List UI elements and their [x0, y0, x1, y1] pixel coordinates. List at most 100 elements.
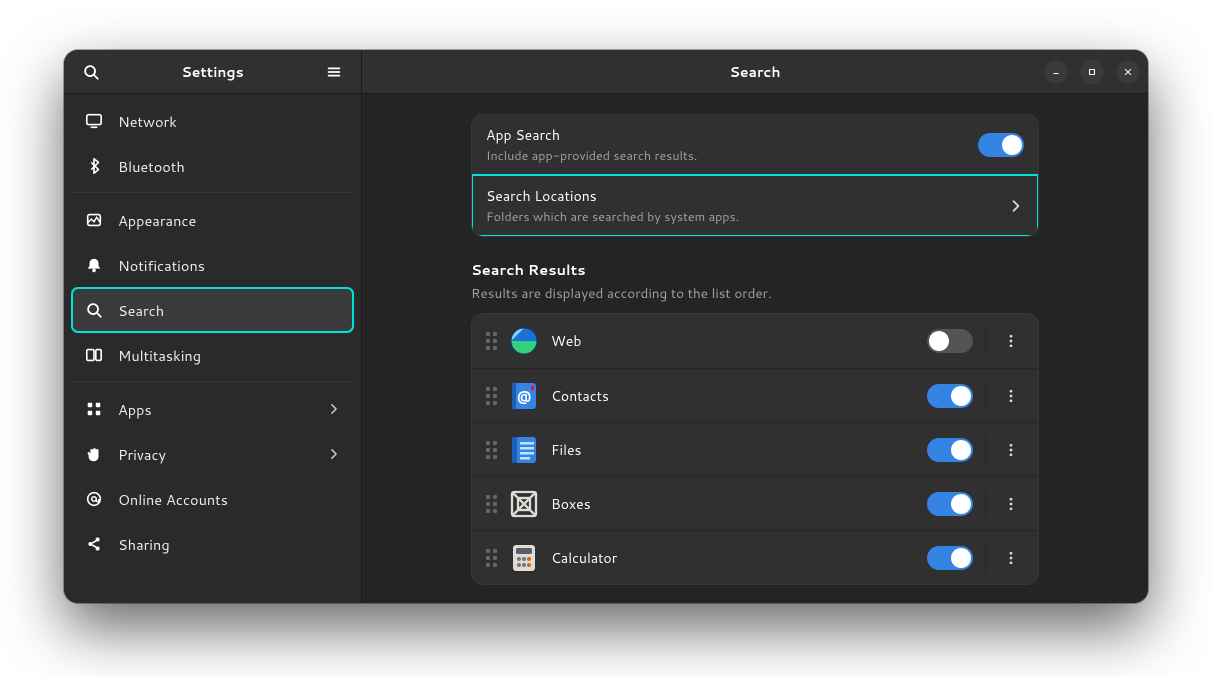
sidebar-item-label: Apps	[118, 399, 313, 420]
calculator-app-icon	[509, 543, 539, 573]
page-title: Search	[729, 62, 780, 82]
contacts-toggle[interactable]	[927, 384, 973, 408]
sidebar-item-label: Appearance	[118, 210, 341, 231]
sidebar-item-label: Notifications	[118, 255, 341, 276]
app-label: Calculator	[551, 548, 915, 568]
sidebar-item-label: Online Accounts	[118, 489, 341, 510]
calculator-more-button[interactable]	[998, 550, 1024, 566]
search-icon	[84, 301, 104, 319]
sidebar-items: Network Bluetooth Appearance Notificatio…	[64, 94, 361, 567]
web-toggle[interactable]	[927, 329, 973, 353]
sidebar: Settings Network Bluetooth Appearance No…	[64, 50, 362, 603]
window-controls	[1044, 50, 1140, 93]
search-locations-row[interactable]: Search Locations Folders which are searc…	[472, 175, 1038, 236]
share-icon	[84, 535, 104, 553]
app-search-toggle[interactable]	[978, 133, 1024, 157]
sidebar-item-sharing[interactable]: Sharing	[72, 522, 353, 566]
sidebar-item-network[interactable]: Network	[72, 99, 353, 143]
files-more-button[interactable]	[998, 442, 1024, 458]
app-label: Files	[551, 440, 915, 460]
search-icon	[82, 63, 100, 81]
web-app-icon	[509, 326, 539, 356]
contacts-app-icon	[509, 381, 539, 411]
sidebar-item-privacy[interactable]: Privacy	[72, 432, 353, 476]
calculator-toggle[interactable]	[927, 546, 973, 570]
search-results-subtitle: Results are displayed according to the l…	[471, 284, 1039, 303]
web-more-button[interactable]	[998, 333, 1024, 349]
close-icon	[1123, 67, 1133, 77]
search-result-row-boxes: Boxes	[472, 476, 1038, 530]
main-pane: Search App Search	[362, 50, 1148, 603]
sidebar-item-apps[interactable]: Apps	[72, 387, 353, 431]
appearance-icon	[84, 211, 104, 229]
kebab-icon	[1003, 333, 1019, 349]
drag-handle[interactable]	[486, 387, 497, 405]
sidebar-item-multitasking[interactable]: Multitasking	[72, 333, 353, 377]
multi-icon	[84, 346, 104, 364]
search-locations-subtitle: Folders which are searched by system app…	[486, 208, 996, 226]
kebab-icon	[1003, 496, 1019, 512]
sidebar-item-notifications[interactable]: Notifications	[72, 243, 353, 287]
chevron-right-icon	[327, 402, 341, 416]
search-locations-title: Search Locations	[486, 186, 996, 206]
search-results-list: Web Contacts Fil	[471, 313, 1039, 585]
sidebar-item-label: Privacy	[118, 444, 313, 465]
drag-handle[interactable]	[486, 441, 497, 459]
maximize-icon	[1087, 67, 1097, 77]
sidebar-item-search[interactable]: Search	[72, 288, 353, 332]
search-results-title: Search Results	[471, 259, 1039, 280]
screen-icon	[84, 112, 104, 130]
app-label: Boxes	[551, 494, 915, 514]
files-toggle[interactable]	[927, 438, 973, 462]
sidebar-item-label: Sharing	[118, 534, 341, 555]
app-search-subtitle: Include app-provided search results.	[486, 147, 966, 165]
main-header: Search	[362, 50, 1148, 94]
sidebar-item-online[interactable]: Online Accounts	[72, 477, 353, 521]
search-result-row-files: Files	[472, 422, 1038, 476]
boxes-app-icon	[509, 489, 539, 519]
content: App Search Include app-provided search r…	[362, 94, 1148, 603]
hand-icon	[84, 445, 104, 463]
files-app-icon	[509, 435, 539, 465]
hamburger-icon	[325, 63, 343, 81]
maximize-button[interactable]	[1080, 60, 1104, 84]
sidebar-item-label: Search	[118, 300, 341, 321]
drag-handle[interactable]	[486, 332, 497, 350]
boxes-more-button[interactable]	[998, 496, 1024, 512]
at-icon	[84, 490, 104, 508]
chevron-right-icon	[1008, 198, 1024, 214]
sidebar-item-bluetooth[interactable]: Bluetooth	[72, 144, 353, 188]
sidebar-title: Settings	[181, 62, 243, 82]
grid-icon	[84, 400, 104, 418]
app-label: Contacts	[551, 386, 915, 406]
chevron-right-icon	[327, 447, 341, 461]
search-result-row-calculator: Calculator	[472, 530, 1038, 584]
boxes-toggle[interactable]	[927, 492, 973, 516]
bell-icon	[84, 256, 104, 274]
close-button[interactable]	[1116, 60, 1140, 84]
search-button[interactable]	[74, 55, 108, 89]
search-results-header: Search Results Results are displayed acc…	[471, 259, 1039, 303]
kebab-icon	[1003, 442, 1019, 458]
settings-window: Settings Network Bluetooth Appearance No…	[64, 50, 1148, 603]
sidebar-item-label: Network	[118, 111, 341, 132]
bt-icon	[84, 157, 104, 175]
sidebar-item-appearance[interactable]: Appearance	[72, 198, 353, 242]
app-search-title: App Search	[486, 125, 966, 145]
minimize-button[interactable]	[1044, 60, 1068, 84]
sidebar-item-label: Bluetooth	[118, 156, 341, 177]
drag-handle[interactable]	[486, 495, 497, 513]
menu-button[interactable]	[317, 55, 351, 89]
app-search-row: App Search Include app-provided search r…	[472, 115, 1038, 175]
kebab-icon	[1003, 550, 1019, 566]
app-label: Web	[551, 331, 915, 351]
app-search-card: App Search Include app-provided search r…	[471, 114, 1039, 237]
kebab-icon	[1003, 388, 1019, 404]
contacts-more-button[interactable]	[998, 388, 1024, 404]
minimize-icon	[1051, 67, 1061, 77]
sidebar-header: Settings	[64, 50, 361, 94]
drag-handle[interactable]	[486, 549, 497, 567]
search-result-row-web: Web	[472, 314, 1038, 368]
search-result-row-contacts: Contacts	[472, 368, 1038, 422]
sidebar-item-label: Multitasking	[118, 345, 341, 366]
